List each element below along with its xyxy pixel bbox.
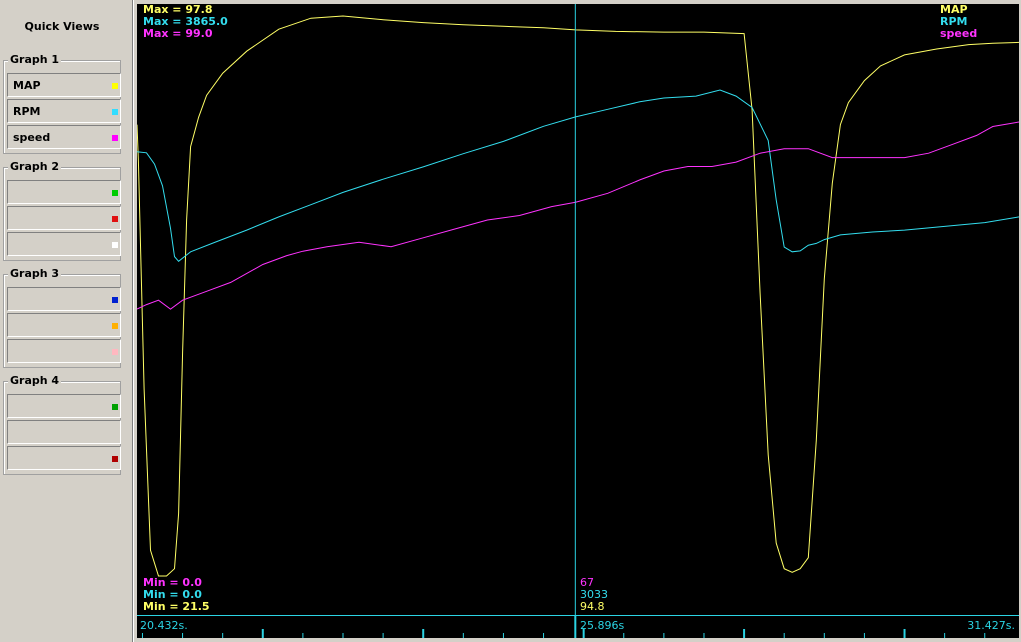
timeline-bar[interactable]: 20.432s. 25.896s 31.427s. bbox=[137, 615, 1019, 638]
graph-4-group: Graph 4 bbox=[3, 374, 121, 475]
color-swatch-icon bbox=[112, 109, 118, 115]
graph-4-item-2[interactable] bbox=[7, 420, 121, 444]
legend-speed: speed bbox=[940, 27, 978, 40]
graph-4-item-3[interactable] bbox=[7, 446, 121, 470]
graph-2-item-1[interactable] bbox=[7, 180, 121, 204]
graph-4-item-1[interactable] bbox=[7, 394, 121, 418]
color-swatch-icon bbox=[112, 349, 118, 355]
graph-3-item-1[interactable] bbox=[7, 287, 121, 311]
color-swatch-icon bbox=[112, 216, 118, 222]
graph-2-item-3[interactable] bbox=[7, 232, 121, 256]
timeline-start-label: 20.432s. bbox=[140, 619, 188, 632]
timeline-ticks bbox=[141, 616, 986, 638]
color-swatch-icon bbox=[112, 404, 118, 410]
color-swatch-icon bbox=[112, 430, 118, 436]
graph-2-item-2[interactable] bbox=[7, 206, 121, 230]
graph-3-title: Graph 3 bbox=[8, 267, 62, 280]
series-line-speed bbox=[137, 121, 1019, 310]
series-line-rpm bbox=[137, 89, 1019, 262]
color-swatch-icon bbox=[112, 190, 118, 196]
item-label: MAP bbox=[13, 79, 41, 92]
graph-2-group: Graph 2 bbox=[3, 160, 121, 261]
timeline-end-label: 31.427s. bbox=[967, 619, 1015, 632]
graph-3-item-2[interactable] bbox=[7, 313, 121, 337]
line-chart bbox=[137, 4, 1019, 615]
graph-2-title: Graph 2 bbox=[8, 160, 62, 173]
graph-4-title: Graph 4 bbox=[8, 374, 62, 387]
color-swatch-icon bbox=[112, 83, 118, 89]
graph-1-item-rpm[interactable]: RPM bbox=[7, 99, 121, 123]
graph-1-item-map[interactable]: MAP bbox=[7, 73, 121, 97]
item-label: speed bbox=[13, 131, 51, 144]
speed-max-label: Max = 99.0 bbox=[143, 27, 213, 40]
cursor-map-value: 94.8 bbox=[580, 600, 605, 613]
color-swatch-icon bbox=[112, 135, 118, 141]
graph-1-group: Graph 1 MAP RPM speed bbox=[3, 53, 121, 154]
graph-1-title: Graph 1 bbox=[8, 53, 62, 66]
item-label: RPM bbox=[13, 105, 41, 118]
map-min-label: Min = 21.5 bbox=[143, 600, 210, 613]
timeline-cursor-label: 25.896s bbox=[580, 619, 625, 632]
color-swatch-icon bbox=[112, 456, 118, 462]
quick-views-title: Quick Views bbox=[24, 20, 100, 33]
series-line-map bbox=[137, 15, 1019, 577]
quick-views-panel: Quick Views Graph 1 MAP RPM speed Graph … bbox=[0, 0, 130, 642]
graph-1-item-speed[interactable]: speed bbox=[7, 125, 121, 149]
color-swatch-icon bbox=[112, 323, 118, 329]
graph-plot-area[interactable]: Max = 97.8 Max = 3865.0 Max = 99.0 MAP R… bbox=[137, 4, 1019, 615]
graph-3-group: Graph 3 bbox=[3, 267, 121, 368]
panel-splitter[interactable] bbox=[132, 0, 134, 642]
color-swatch-icon bbox=[112, 242, 118, 248]
graph-3-item-3[interactable] bbox=[7, 339, 121, 363]
color-swatch-icon bbox=[112, 297, 118, 303]
